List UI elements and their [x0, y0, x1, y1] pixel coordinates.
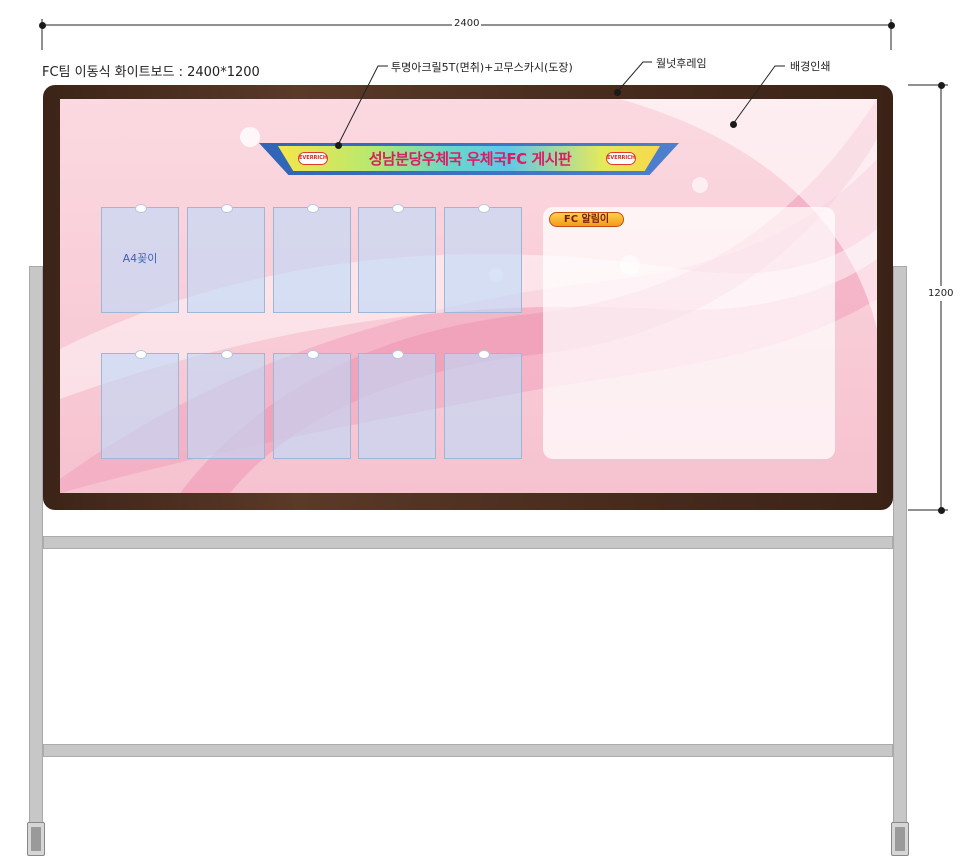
logo-right: EVERRICH: [606, 152, 636, 165]
height-dimension-label: 1200: [928, 286, 954, 301]
pocket-hole: [221, 204, 233, 213]
callout-dot-background: [730, 121, 737, 128]
pocket-label: A4꽂이: [122, 252, 158, 265]
notice-label: FC 알림이: [549, 212, 624, 227]
stand-crossbar-upper: [43, 536, 893, 549]
pocket-hole: [135, 204, 147, 213]
stand-leg-right: [893, 266, 907, 826]
pocket-hole: [307, 350, 319, 359]
a4-pocket: [444, 350, 522, 459]
pocket-hole: [478, 350, 490, 359]
pocket-hole: [478, 204, 490, 213]
pocket-hole: [307, 204, 319, 213]
callout-frame: 월넛후레임: [656, 57, 707, 70]
a4-pocket: [187, 350, 265, 459]
callout-acrylic: 투명아크릴5T(면취)+고무스카시(도장): [391, 61, 573, 74]
width-dimension-label: 2400: [452, 18, 482, 29]
pocket-hole: [221, 350, 233, 359]
callout-dot-frame: [614, 89, 621, 96]
a4-pocket: [273, 204, 351, 313]
a4-pocket: [101, 350, 179, 459]
diagram-title: FC팀 이동식 화이트보드 : 2400*1200: [42, 65, 260, 80]
notice-area: [543, 207, 835, 459]
stand-crossbar-lower: [43, 744, 893, 757]
pocket-hole: [135, 350, 147, 359]
a4-pocket: [358, 204, 436, 313]
dim-endpoint-dot: [938, 82, 945, 89]
a4-pocket: A4꽂이: [101, 204, 179, 313]
pocket-hole: [392, 350, 404, 359]
callout-background: 배경인쇄: [790, 60, 831, 73]
dim-endpoint-dot: [39, 22, 46, 29]
dim-endpoint-dot: [888, 22, 895, 29]
pocket-hole: [392, 204, 404, 213]
dim-endpoint-dot: [938, 507, 945, 514]
logo-left: EVERRICH: [298, 152, 328, 165]
a4-pocket: [358, 350, 436, 459]
caster-right: [891, 822, 909, 856]
stand-leg-left: [29, 266, 43, 826]
banner-title: 성남분당우체국 우체국FC 게시판: [368, 150, 572, 168]
a4-pocket: [273, 350, 351, 459]
a4-pocket: [187, 204, 265, 313]
callout-dot-acrylic: [335, 142, 342, 149]
caster-left: [27, 822, 45, 856]
a4-pocket: [444, 204, 522, 313]
